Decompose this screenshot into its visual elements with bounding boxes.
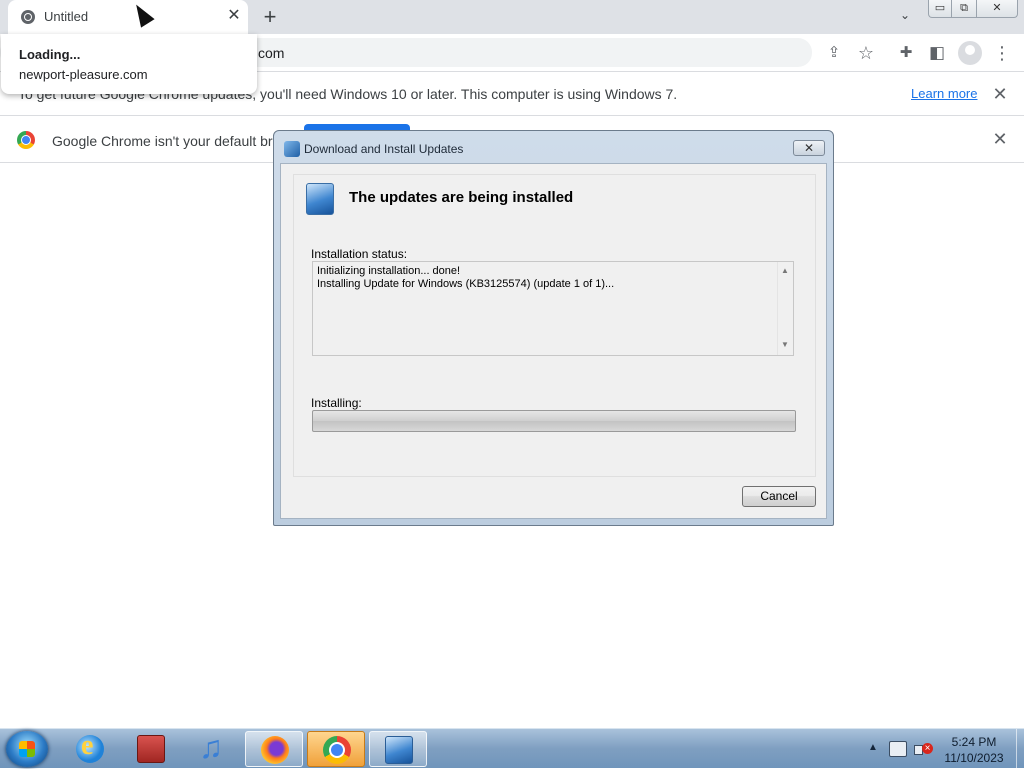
internet-explorer-icon <box>76 730 104 763</box>
share-icon[interactable]: ⇪ <box>823 42 845 64</box>
taskbar-firefox[interactable] <box>245 731 303 767</box>
window-close-button[interactable]: ✕ <box>976 0 1018 18</box>
show-desktop-button[interactable] <box>1016 729 1024 769</box>
status-line: Installing Update for Windows (KB3125574… <box>317 278 615 290</box>
taskbar-internet-explorer[interactable] <box>61 730 119 767</box>
firefox-icon <box>261 736 289 764</box>
scroll-down-arrow-icon[interactable]: ▼ <box>781 340 789 349</box>
clock-date[interactable]: 11/10/2023 <box>940 751 1008 765</box>
archive-icon <box>137 735 165 763</box>
tab-close-icon[interactable]: ✕ <box>224 6 244 26</box>
loading-title: Loading... <box>19 47 81 62</box>
extensions-icon[interactable]: ✚ <box>895 42 917 64</box>
dialog-body: The updates are being installed Installa… <box>280 163 827 519</box>
cancel-button[interactable]: Cancel <box>742 486 816 507</box>
start-button[interactable] <box>6 731 48 767</box>
dialog-close-button[interactable]: ✕ <box>793 140 825 156</box>
itunes-icon <box>198 729 226 766</box>
taskbar-archive[interactable] <box>122 731 180 767</box>
address-bar-text: com <box>258 45 285 61</box>
tab-search-chevron-icon[interactable]: ⌄ <box>895 8 915 26</box>
restore-button[interactable]: ⧉ <box>951 0 977 18</box>
taskbar-itunes[interactable] <box>183 729 241 767</box>
installing-label: Installing: <box>311 396 362 410</box>
windows-update-icon <box>306 183 334 215</box>
status-line: Initializing installation... done! <box>317 265 461 277</box>
volume-muted-icon[interactable] <box>914 741 933 757</box>
chrome-icon <box>323 736 351 764</box>
dialog-panel: The updates are being installed Installa… <box>293 174 816 477</box>
chrome-menu-icon[interactable]: ⋮ <box>991 42 1013 64</box>
infobar-close-icon[interactable]: ✕ <box>990 129 1010 150</box>
taskbar-windows-update[interactable] <box>369 731 427 767</box>
taskbar: ▲ 5:24 PM 11/10/2023 <box>0 728 1024 769</box>
update-dialog: Download and Install Updates ✕ The updat… <box>273 130 834 526</box>
taskbar-chrome[interactable] <box>307 731 365 767</box>
install-progress-bar <box>312 410 796 432</box>
bookmark-star-icon[interactable]: ☆ <box>855 42 877 64</box>
clock-time[interactable]: 5:24 PM <box>940 735 1008 749</box>
installation-status-textbox[interactable]: Initializing installation... done! Insta… <box>312 261 794 356</box>
learn-more-link[interactable]: Learn more <box>911 86 977 101</box>
side-panel-icon[interactable]: ◧ <box>926 42 948 64</box>
new-tab-button[interactable]: + <box>258 5 282 29</box>
scroll-up-arrow-icon[interactable]: ▲ <box>781 266 789 275</box>
infobar-message: Google Chrome isn't your default brow <box>52 133 291 149</box>
chrome-logo-icon <box>17 131 35 149</box>
windows-update-icon <box>284 141 300 157</box>
show-hidden-icons-arrow-icon[interactable]: ▲ <box>868 742 878 753</box>
status-scrollbar[interactable]: ▲ ▼ <box>777 262 793 355</box>
infobar-close-icon[interactable]: ✕ <box>990 84 1010 105</box>
network-icon[interactable] <box>889 741 907 757</box>
dialog-heading: The updates are being installed <box>349 189 574 206</box>
globe-icon <box>21 10 35 24</box>
tab-title: Untitled <box>44 9 89 24</box>
dialog-title: Download and Install Updates <box>304 142 464 156</box>
profile-avatar-icon[interactable] <box>958 41 982 65</box>
tab-untitled[interactable]: Untitled ✕ <box>8 0 248 34</box>
windows-update-icon <box>385 736 413 764</box>
minimize-button[interactable]: ▭ <box>928 0 952 18</box>
loading-tooltip: Loading... newport-pleasure.com <box>1 34 257 94</box>
installation-status-label: Installation status: <box>311 247 408 261</box>
loading-url: newport-pleasure.com <box>19 67 148 82</box>
